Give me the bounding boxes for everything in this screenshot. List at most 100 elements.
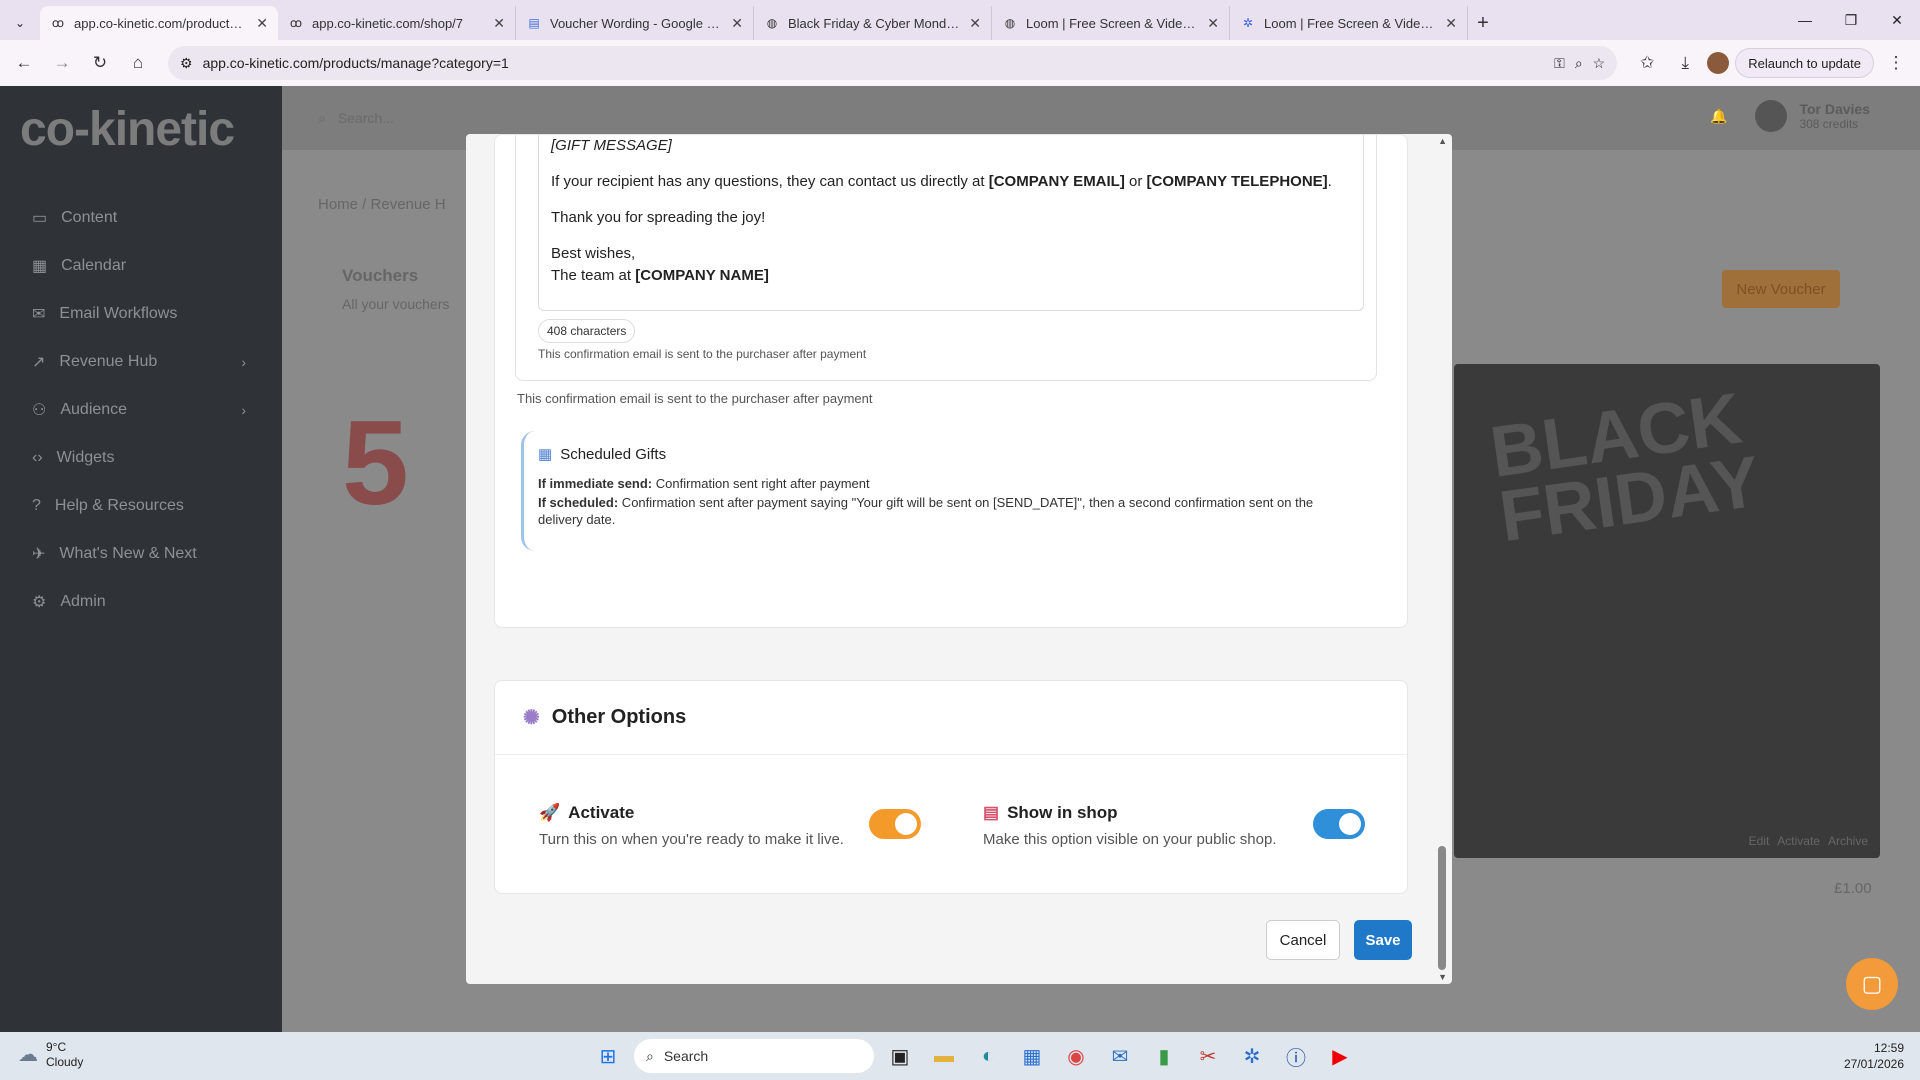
black-friday-card[interactable]: BLACK FRIDAY Edit Activate Archive	[1454, 364, 1880, 858]
close-tab-icon[interactable]: ✕	[256, 15, 268, 32]
settings-icon[interactable]: ✲	[1234, 1038, 1270, 1074]
toggle-knob	[895, 813, 917, 835]
user-menu[interactable]: 🔔 Tor Davies 308 credits	[1710, 100, 1870, 132]
sidebar-item-email-workflows[interactable]: ✉ Email Workflows	[0, 290, 282, 338]
taskbar-apps: ⊞ ⌕ Search ▣ ▬ ◐ ▦ ◉ ✉ ▮ ✂ ✲ ⓘ ▶	[590, 1038, 1358, 1074]
minimize-icon[interactable]: —	[1782, 0, 1828, 40]
new-tab-button[interactable]: +	[1468, 6, 1498, 40]
scroll-down-icon[interactable]: ▼	[1438, 972, 1447, 982]
help-text-inner: This confirmation email is sent to the p…	[538, 347, 867, 361]
email-message-editor[interactable]: [GIFT MESSAGE] If your recipient has any…	[538, 135, 1364, 311]
chevron-right-icon: ›	[241, 402, 246, 418]
browser-tab[interactable]: ꝏ app.co-kinetic.com/products/m ✕	[40, 6, 278, 40]
activate-toggle[interactable]	[869, 809, 921, 839]
activate-button[interactable]: Activate	[1777, 834, 1820, 848]
edit-button[interactable]: Edit	[1749, 834, 1770, 848]
scroll-up-icon[interactable]: ▲	[1438, 136, 1447, 146]
email-paragraph: Best wishes,	[551, 245, 636, 262]
bookmark-star-icon[interactable]: ☆	[1593, 55, 1606, 72]
close-tab-icon[interactable]: ✕	[1207, 15, 1219, 32]
calendar-icon: ▦	[32, 258, 48, 275]
activate-option: 🚀 Activate Turn this on when you're ready…	[539, 803, 844, 848]
user-name: Tor Davies	[1799, 101, 1870, 117]
gear-icon: ⚙	[32, 594, 47, 611]
sidebar-item-audience[interactable]: ⚇ Audience ›	[0, 386, 282, 434]
close-tab-icon[interactable]: ✕	[731, 15, 743, 32]
app-icon[interactable]: ▮	[1146, 1038, 1182, 1074]
save-button[interactable]: Save	[1354, 920, 1412, 960]
back-icon[interactable]: ←	[8, 47, 40, 79]
sidebar-item-help[interactable]: ? Help & Resources	[0, 482, 282, 530]
email-paragraph: The team at [COMPANY NAME]	[551, 267, 769, 284]
home-icon[interactable]: ⌂	[122, 47, 154, 79]
scheduled-send-line: If scheduled: Confirmation sent after pa…	[538, 495, 1314, 527]
bookmarks-icon[interactable]: ✩	[1631, 47, 1663, 79]
logo[interactable]: co-kinetic	[20, 102, 235, 157]
browser-tab[interactable]: ꝏ app.co-kinetic.com/shop/7 ✕	[278, 6, 516, 40]
confirmation-email-section: [GIFT MESSAGE] If your recipient has any…	[515, 135, 1377, 381]
reload-icon[interactable]: ↻	[84, 47, 116, 79]
file-explorer-icon[interactable]: ▬	[926, 1038, 962, 1074]
toggle-knob	[1339, 813, 1361, 835]
forward-icon[interactable]: →	[46, 47, 78, 79]
menu-kebab-icon[interactable]: ⋮	[1880, 47, 1912, 79]
close-tab-icon[interactable]: ✕	[969, 15, 981, 32]
user-credits: 308 credits	[1799, 117, 1859, 131]
code-icon: ‹›	[32, 449, 43, 466]
tab-search-dropdown[interactable]: ⌄	[0, 6, 40, 40]
zoom-icon[interactable]: ⌕	[1575, 55, 1583, 72]
edge-icon[interactable]: ◐	[970, 1038, 1006, 1074]
weather-widget[interactable]: ☁ 9°C Cloudy	[18, 1040, 83, 1070]
browser-tab[interactable]: ✲ Loom | Free Screen & Video Re ✕	[1230, 6, 1468, 40]
sidebar-item-revenue-hub[interactable]: ↗ Revenue Hub ›	[0, 338, 282, 386]
cancel-button[interactable]: Cancel	[1266, 920, 1340, 960]
restore-icon[interactable]: ❐	[1828, 0, 1874, 40]
globe-icon: ◍	[1004, 16, 1016, 30]
close-window-icon[interactable]: ✕	[1874, 0, 1920, 40]
sidebar-item-calendar[interactable]: ▦ Calendar	[0, 242, 282, 290]
app-search-input[interactable]: Search...	[338, 110, 394, 126]
password-manager-icon[interactable]: ⓘ	[1278, 1038, 1314, 1074]
task-view-icon[interactable]: ▣	[882, 1038, 918, 1074]
download-icon[interactable]: ⤓	[1669, 47, 1701, 79]
page-subtitle: All your vouchers	[342, 296, 450, 312]
browser-tab[interactable]: ◍ Black Friday & Cyber Monday V ✕	[754, 6, 992, 40]
youtube-icon[interactable]: ▶	[1322, 1038, 1358, 1074]
address-bar[interactable]: ⚙ app.co-kinetic.com/products/manage?cat…	[168, 46, 1618, 80]
breadcrumb: Home / Revenue H	[318, 196, 446, 213]
password-key-icon[interactable]: ⚿	[1554, 55, 1565, 72]
sidebar-nav: ▭ Content ▦ Calendar ✉ Email Workflows ↗ Rev…	[0, 194, 282, 626]
profile-avatar[interactable]	[1707, 52, 1730, 74]
page-title: Vouchers	[342, 266, 419, 285]
windows-start-icon[interactable]: ⊞	[590, 1038, 626, 1074]
outlook-icon[interactable]: ✉	[1102, 1038, 1138, 1074]
chrome-icon[interactable]: ◉	[1058, 1038, 1094, 1074]
store-icon[interactable]: ▦	[1014, 1038, 1050, 1074]
close-tab-icon[interactable]: ✕	[493, 15, 505, 32]
chat-launcher-button[interactable]: ▢	[1846, 958, 1898, 1010]
taskbar-search[interactable]: ⌕ Search	[634, 1039, 874, 1073]
browser-tab[interactable]: ◍ Loom | Free Screen & Video Re ✕	[992, 6, 1230, 40]
sidebar-item-widgets[interactable]: ‹› Widgets	[0, 434, 282, 482]
email-paragraph: Thank you for spreading the joy!	[551, 209, 766, 226]
card-price: £1.00	[1834, 880, 1872, 897]
mail-icon: ✉	[32, 306, 46, 323]
new-voucher-button[interactable]: New Voucher	[1722, 270, 1840, 308]
show-in-shop-toggle[interactable]	[1313, 809, 1365, 839]
sidebar-item-admin[interactable]: ⚙ Admin	[0, 578, 282, 626]
close-tab-icon[interactable]: ✕	[1445, 15, 1457, 32]
windows-taskbar: ☁ 9°C Cloudy ⊞ ⌕ Search ▣ ▬ ◐ ▦ ◉ ✉ ▮ ✂ ✲ …	[0, 1032, 1920, 1080]
bell-icon[interactable]: 🔔	[1710, 108, 1727, 125]
modal-scrollbar[interactable]: ▲ ▼	[1438, 134, 1450, 984]
sidebar-item-whats-new[interactable]: ✈ What's New & Next	[0, 530, 282, 578]
scrollbar-thumb[interactable]	[1438, 846, 1446, 970]
help-text-outer: This confirmation email is sent to the p…	[517, 391, 873, 406]
archive-button[interactable]: Archive	[1828, 834, 1868, 848]
edit-voucher-modal: [GIFT MESSAGE] If your recipient has any…	[466, 134, 1452, 984]
browser-tab[interactable]: ▤ Voucher Wording - Google Doc ✕	[516, 6, 754, 40]
site-info-icon[interactable]: ⚙	[180, 55, 193, 72]
system-clock[interactable]: 12:59 27/01/2026	[1844, 1040, 1904, 1072]
relaunch-button[interactable]: Relaunch to update	[1735, 48, 1874, 78]
snipping-tool-icon[interactable]: ✂	[1190, 1038, 1226, 1074]
sidebar-item-content[interactable]: ▭ Content	[0, 194, 282, 242]
